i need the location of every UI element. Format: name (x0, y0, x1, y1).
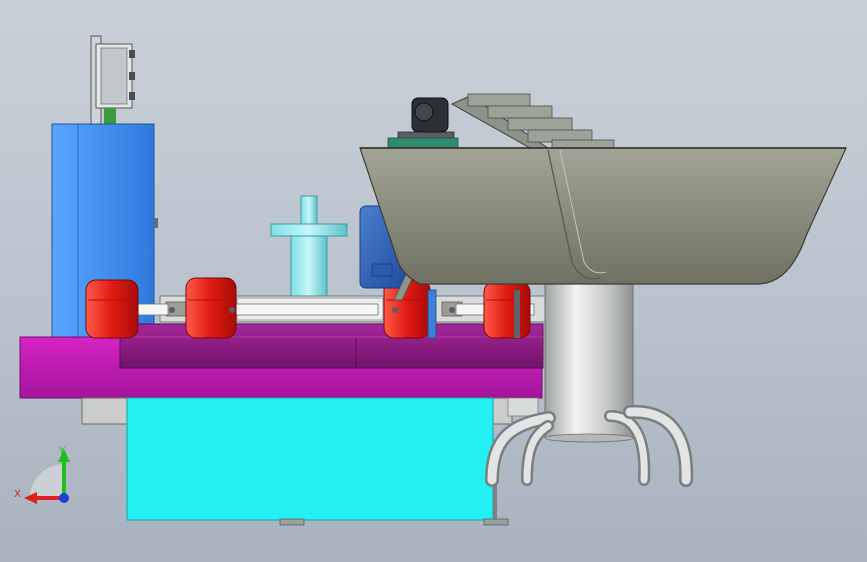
cad-viewport[interactable]: Y X (0, 0, 867, 562)
x-axis-label: X (14, 489, 21, 500)
y-axis-label: Y (58, 446, 66, 457)
reference-triad: Y X (14, 446, 70, 504)
z-axis-dot (59, 493, 69, 503)
